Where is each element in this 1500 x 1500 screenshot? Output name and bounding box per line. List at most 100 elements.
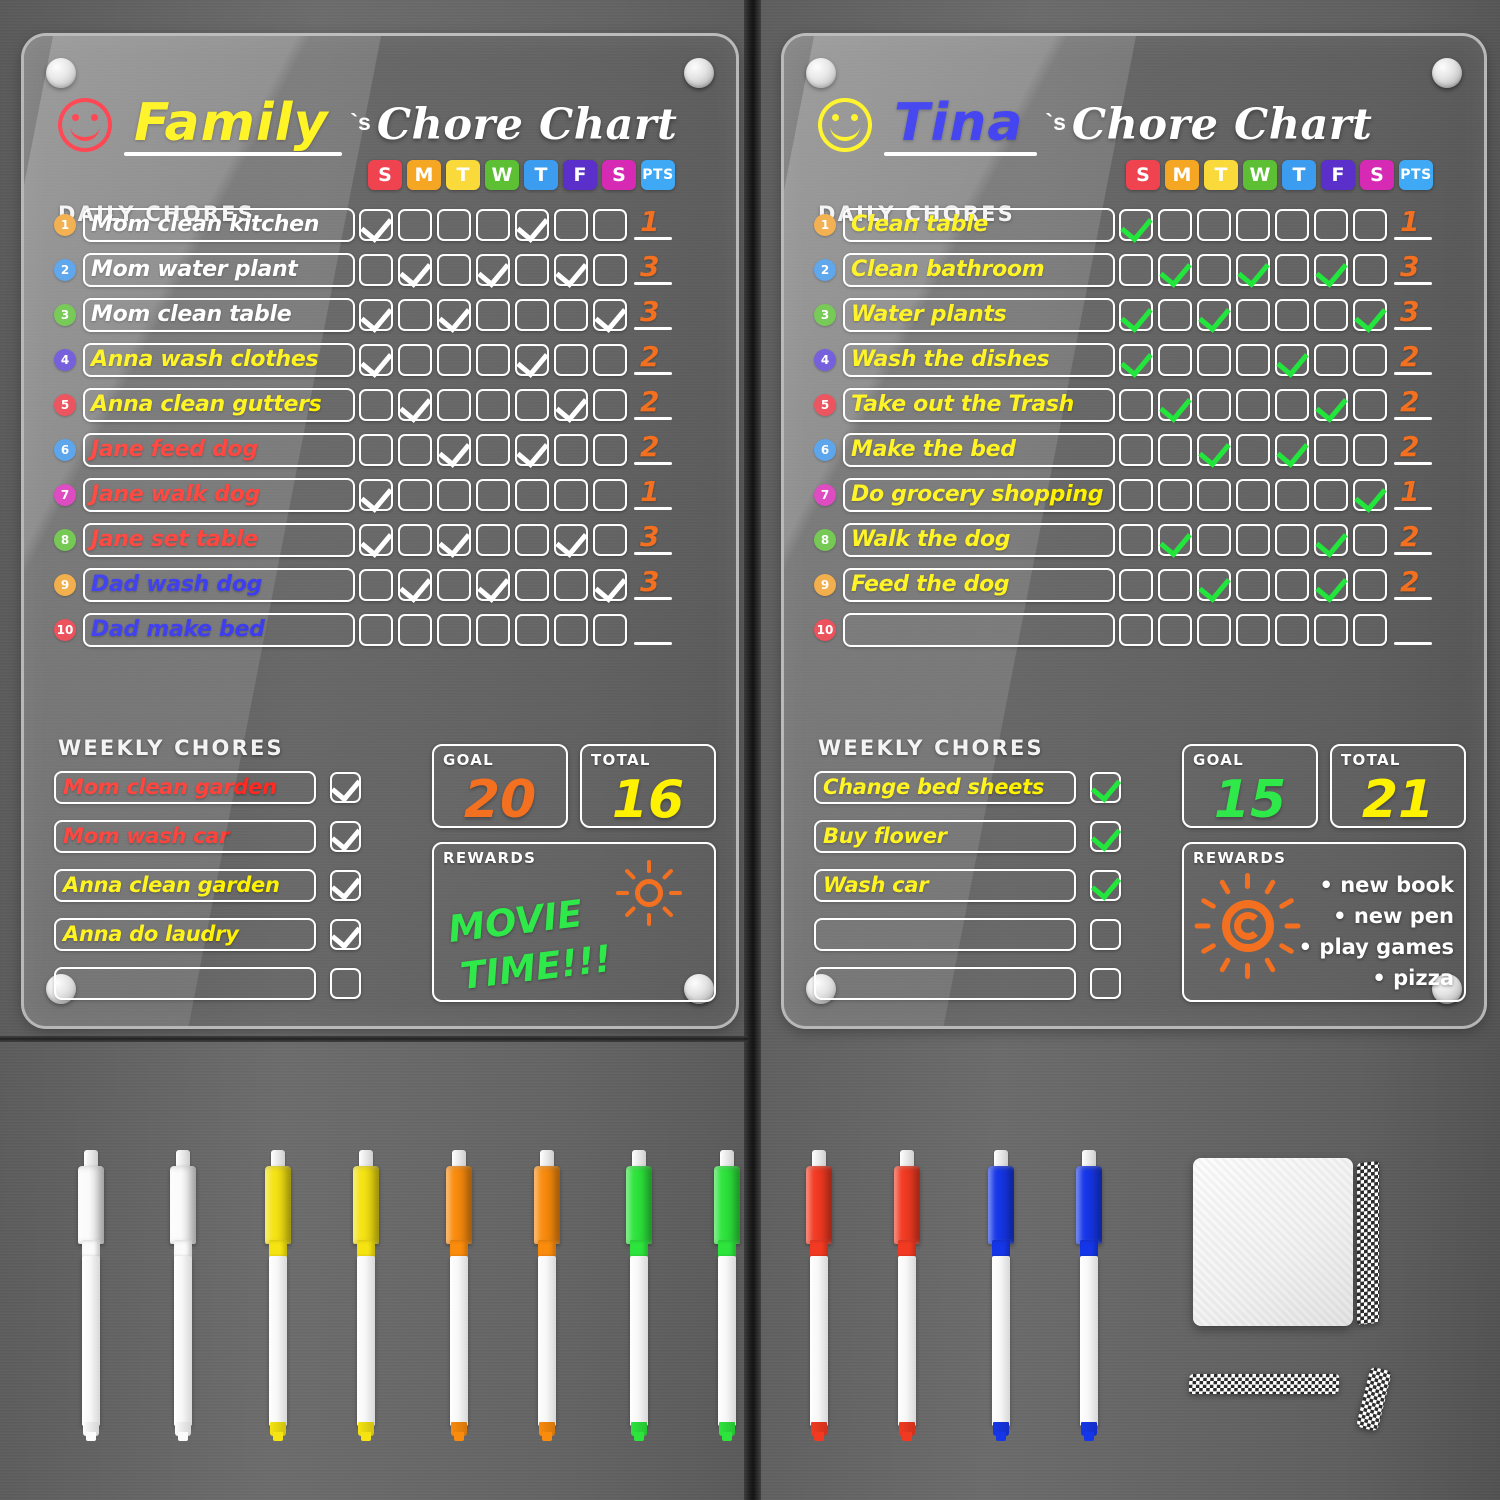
checkbox-day-3[interactable] <box>1236 388 1270 421</box>
weekly-checkbox[interactable] <box>330 868 362 901</box>
dry-erase-marker-8[interactable] <box>714 1150 740 1456</box>
checkbox-day-4[interactable] <box>1275 253 1309 286</box>
checkbox-day-3[interactable] <box>1236 343 1270 376</box>
points-cell[interactable]: 1 <box>1394 475 1434 512</box>
checkbox-day-0[interactable] <box>359 253 393 286</box>
points-cell[interactable]: 3 <box>1394 295 1434 332</box>
checkbox-day-5[interactable] <box>1314 523 1348 558</box>
checkbox-day-2[interactable] <box>1197 613 1231 646</box>
points-cell[interactable]: 2 <box>1394 520 1434 557</box>
checkbox-day-6[interactable] <box>593 253 627 286</box>
chore-name-input[interactable]: Make the bed <box>843 432 1115 467</box>
microfiber-eraser-cloth[interactable] <box>1188 1158 1393 1432</box>
checkbox-day-6[interactable] <box>1353 298 1387 333</box>
checkbox-day-4[interactable] <box>515 433 549 468</box>
points-cell[interactable]: 1 <box>634 475 674 512</box>
goal-panel[interactable]: GOAL 20 <box>432 744 568 830</box>
checkbox-day-6[interactable] <box>1353 343 1387 376</box>
weekly-checkbox[interactable] <box>1090 918 1121 950</box>
checkbox-day-4[interactable] <box>515 388 549 421</box>
chore-name-input[interactable]: Jane feed dog <box>83 432 355 467</box>
checkbox-day-0[interactable] <box>359 298 393 333</box>
checkbox-day-5[interactable] <box>1314 433 1348 466</box>
daily-chore-row[interactable]: 4 Anna wash clothes 2 <box>54 339 710 380</box>
checkbox-day-5[interactable] <box>554 568 588 601</box>
weekly-chore-input[interactable]: Buy flower <box>814 819 1076 853</box>
checkbox-day-3[interactable] <box>1236 568 1270 601</box>
checkbox-day-1[interactable] <box>1158 433 1192 466</box>
points-cell[interactable]: 2 <box>634 385 674 422</box>
checkbox-day-1[interactable] <box>1158 613 1192 646</box>
checkbox-day-3[interactable] <box>476 298 510 331</box>
weekly-checkbox[interactable] <box>330 819 362 852</box>
weekly-checkbox[interactable] <box>330 917 362 950</box>
checkbox-day-5[interactable] <box>1314 208 1348 241</box>
checkbox-day-2[interactable] <box>437 388 471 421</box>
checkbox-day-5[interactable] <box>1314 253 1348 288</box>
checkbox-day-3[interactable] <box>1236 208 1270 241</box>
checkbox-day-5[interactable] <box>1314 343 1348 376</box>
points-cell[interactable]: 2 <box>1394 430 1434 467</box>
checkbox-day-6[interactable] <box>593 478 627 511</box>
name-field[interactable]: Tina <box>884 96 1038 156</box>
checkbox-day-1[interactable] <box>398 253 432 288</box>
chore-board-family[interactable]: Family `s Chore Chart DAILY CHORES S M T W T F… <box>24 36 736 1026</box>
checkbox-day-6[interactable] <box>593 298 627 333</box>
weekly-chore-input[interactable]: Anna clean garden <box>54 868 316 902</box>
points-cell[interactable]: 3 <box>634 250 674 287</box>
chore-name-input[interactable]: Water plants <box>843 297 1115 332</box>
dry-erase-marker-4[interactable] <box>353 1150 379 1456</box>
points-cell[interactable]: 1 <box>634 205 674 242</box>
checkbox-day-2[interactable] <box>437 613 471 646</box>
daily-chore-row[interactable]: 5 Anna clean gutters 2 <box>54 384 710 425</box>
checkbox-day-1[interactable] <box>398 298 432 331</box>
daily-chore-row[interactable]: 2 Clean bathroom 3 <box>814 249 1458 290</box>
checkbox-day-3[interactable] <box>476 613 510 646</box>
checkbox-day-4[interactable] <box>1275 613 1309 646</box>
checkbox-day-4[interactable] <box>1275 388 1309 421</box>
checkbox-day-2[interactable] <box>1197 523 1231 556</box>
daily-chore-row[interactable]: 4 Wash the dishes 2 <box>814 339 1458 380</box>
chore-name-input[interactable]: Walk the dog <box>843 522 1115 557</box>
weekly-chore-input[interactable]: Mom wash car <box>54 819 316 853</box>
chore-name-input[interactable]: Mom clean table <box>83 297 355 332</box>
chore-name-input[interactable]: Dad make bed <box>83 612 355 647</box>
daily-chore-row[interactable]: 5 Take out the Trash 2 <box>814 384 1458 425</box>
checkbox-day-1[interactable] <box>1158 208 1192 241</box>
checkbox-day-3[interactable] <box>476 343 510 376</box>
checkbox-day-1[interactable] <box>1158 523 1192 558</box>
weekly-chore-row[interactable] <box>814 913 1121 955</box>
weekly-chore-input[interactable] <box>54 966 316 1000</box>
rewards-panel[interactable]: REWARDS • new book • new pen • play games • … <box>1182 842 1466 1002</box>
checkbox-day-2[interactable] <box>437 208 471 241</box>
daily-chore-row[interactable]: 8 Jane set table 3 <box>54 519 710 560</box>
chore-name-input[interactable]: Mom water plant <box>83 252 355 287</box>
daily-chore-row[interactable]: 7 Jane walk dog 1 <box>54 474 710 515</box>
checkbox-day-4[interactable] <box>515 343 549 378</box>
checkbox-day-1[interactable] <box>398 613 432 646</box>
chore-board-tina[interactable]: Tina `s Chore Chart DAILY CHORES S M T W T F S P… <box>784 36 1484 1026</box>
chore-name-input[interactable] <box>843 612 1115 647</box>
weekly-checkbox[interactable] <box>330 770 362 803</box>
checkbox-day-4[interactable] <box>515 208 549 243</box>
checkbox-day-3[interactable] <box>1236 298 1270 331</box>
points-cell[interactable]: 2 <box>634 340 674 377</box>
weekly-chore-row[interactable]: Wash car <box>814 864 1122 906</box>
checkbox-day-4[interactable] <box>1275 343 1309 378</box>
checkbox-day-0[interactable] <box>1119 298 1153 333</box>
checkbox-day-5[interactable] <box>1314 388 1348 423</box>
checkbox-day-4[interactable] <box>515 523 549 556</box>
checkbox-day-2[interactable] <box>1197 433 1231 468</box>
points-cell[interactable]: 3 <box>634 520 674 557</box>
checkbox-day-1[interactable] <box>398 568 432 603</box>
points-cell[interactable]: 2 <box>634 430 674 467</box>
weekly-chore-input[interactable]: Mom clean garden <box>54 770 316 804</box>
checkbox-day-1[interactable] <box>1158 298 1192 331</box>
checkbox-day-4[interactable] <box>515 298 549 331</box>
dry-erase-marker-5[interactable] <box>446 1150 472 1456</box>
checkbox-day-6[interactable] <box>593 343 627 376</box>
checkbox-day-3[interactable] <box>476 253 510 288</box>
checkbox-day-2[interactable] <box>437 298 471 333</box>
checkbox-day-5[interactable] <box>554 298 588 331</box>
chore-name-input[interactable]: Anna wash clothes <box>83 342 355 377</box>
